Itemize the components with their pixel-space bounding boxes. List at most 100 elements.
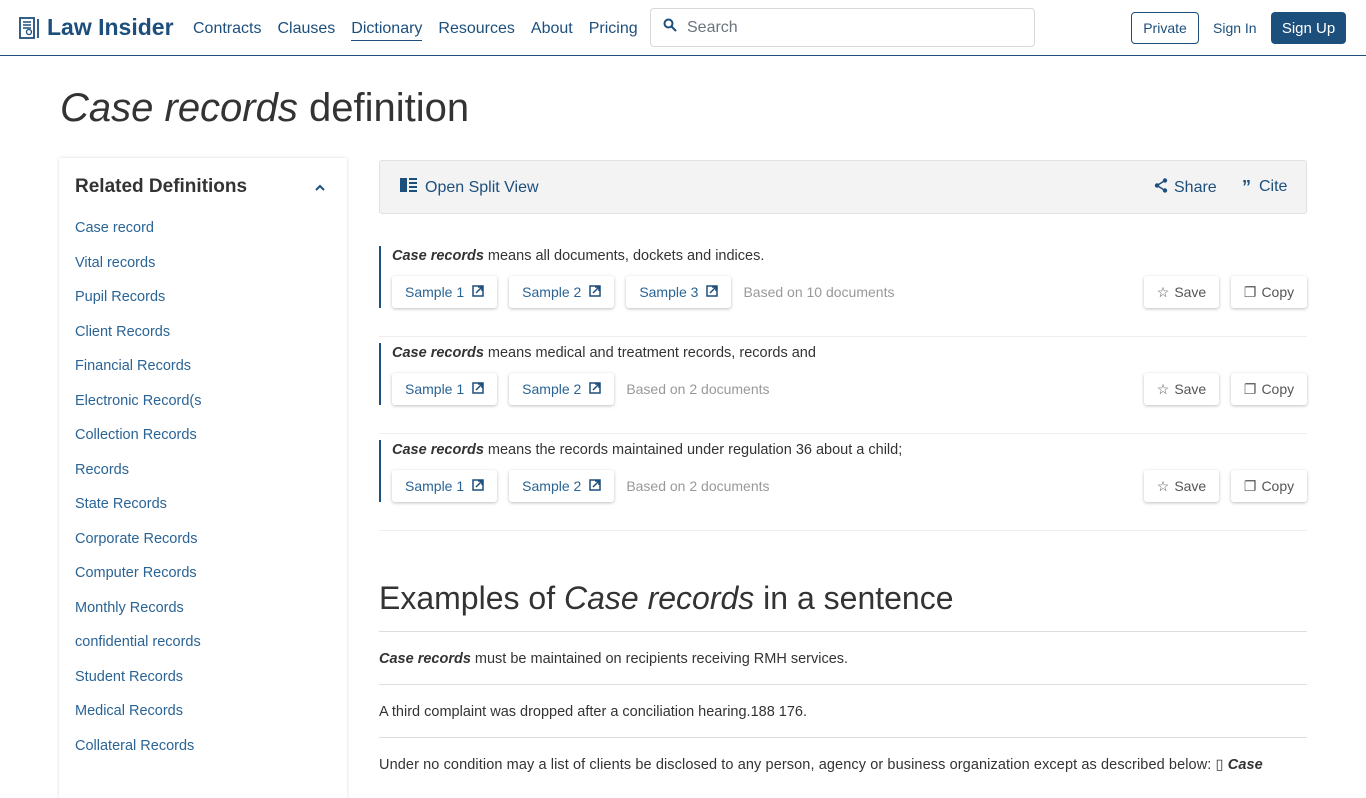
definition-item: Case records means medical and treatment… bbox=[379, 337, 1307, 434]
examples-title-suffix: in a sentence bbox=[754, 580, 954, 616]
related-definition-link[interactable]: Computer Records bbox=[75, 565, 202, 600]
related-definition-link[interactable]: Monthly Records bbox=[75, 600, 202, 635]
external-link-icon bbox=[472, 284, 484, 300]
definition-term: Case records bbox=[392, 248, 484, 264]
sample-link[interactable]: Sample 2 bbox=[509, 470, 615, 502]
sample-link[interactable]: Sample 1 bbox=[392, 373, 498, 405]
title-term: Case records bbox=[60, 86, 298, 130]
save-label: Save bbox=[1174, 284, 1207, 300]
star-icon: ☆ bbox=[1156, 380, 1170, 397]
related-definition-link[interactable]: Records bbox=[75, 462, 202, 497]
nav-resources[interactable]: Resources bbox=[438, 20, 514, 41]
sample-label: Sample 2 bbox=[522, 478, 582, 494]
external-link-icon bbox=[472, 381, 484, 397]
related-definition-link[interactable]: Financial Records bbox=[75, 358, 202, 393]
search-placeholder: Search bbox=[687, 18, 738, 36]
save-label: Save bbox=[1174, 478, 1207, 494]
sample-link[interactable]: Sample 3 bbox=[626, 276, 732, 308]
copy-button[interactable]: ❐ Copy bbox=[1231, 276, 1307, 308]
chevron-up-icon[interactable] bbox=[314, 178, 326, 194]
save-label: Save bbox=[1174, 381, 1207, 397]
sample-label: Sample 1 bbox=[405, 478, 465, 494]
save-button[interactable]: ☆ Save bbox=[1144, 470, 1219, 502]
logo-text: Law Insider bbox=[47, 14, 174, 40]
save-button[interactable]: ☆ Save bbox=[1144, 276, 1219, 308]
definition-item: Case records means all documents, docket… bbox=[379, 240, 1307, 337]
search-input[interactable]: Search bbox=[650, 8, 1035, 47]
related-definition-link[interactable]: Student Records bbox=[75, 669, 202, 704]
sign-up-button[interactable]: Sign Up bbox=[1271, 12, 1346, 44]
star-icon: ☆ bbox=[1156, 283, 1170, 300]
cite-button[interactable]: ” Cite bbox=[1242, 178, 1287, 196]
definition-text: Case records means all documents, docket… bbox=[392, 248, 764, 264]
star-icon: ☆ bbox=[1156, 477, 1170, 494]
share-icon bbox=[1154, 178, 1168, 198]
nav-about[interactable]: About bbox=[531, 20, 573, 41]
copy-button[interactable]: ❐ Copy bbox=[1231, 373, 1307, 405]
based-on-count: Based on 10 documents bbox=[743, 284, 895, 300]
sample-link[interactable]: Sample 2 bbox=[509, 276, 615, 308]
external-link-icon bbox=[706, 284, 719, 300]
nav-dictionary[interactable]: Dictionary bbox=[351, 20, 423, 41]
based-on-count: Based on 2 documents bbox=[626, 478, 770, 494]
definition-body: means all documents, dockets and indices… bbox=[483, 248, 765, 264]
nav-clauses[interactable]: Clauses bbox=[277, 20, 335, 41]
external-link-icon bbox=[589, 284, 602, 300]
sample-links: Sample 1 Sample 2 Based on 2 documents bbox=[392, 470, 770, 502]
example-term: Case records bbox=[379, 651, 471, 667]
sample-link[interactable]: Sample 1 bbox=[392, 470, 498, 502]
definition-accent-bar bbox=[379, 343, 381, 405]
nav-contracts[interactable]: Contracts bbox=[193, 20, 261, 41]
examples-heading: Examples of Case records in a sentence bbox=[379, 580, 954, 617]
example-text: Under no condition may a list of clients… bbox=[379, 757, 1228, 773]
cite-label: Cite bbox=[1259, 178, 1288, 195]
example-sentence: Under no condition may a list of clients… bbox=[379, 737, 1307, 790]
related-definitions-list: Case record Vital records Pupil Records … bbox=[75, 220, 202, 772]
logo[interactable]: Law Insider bbox=[19, 14, 174, 41]
related-definition-link[interactable]: State Records bbox=[75, 496, 202, 531]
copy-label: Copy bbox=[1261, 284, 1295, 300]
copy-label: Copy bbox=[1261, 381, 1295, 397]
sign-in-link[interactable]: Sign In bbox=[1213, 20, 1257, 36]
related-definition-link[interactable]: Client Records bbox=[75, 324, 202, 359]
definition-body: means medical and treatment records, rec… bbox=[483, 345, 816, 361]
related-definition-link[interactable]: Pupil Records bbox=[75, 289, 202, 324]
copy-button[interactable]: ❐ Copy bbox=[1231, 470, 1307, 502]
save-button[interactable]: ☆ Save bbox=[1144, 373, 1219, 405]
examples-title-term: Case records bbox=[563, 580, 755, 616]
share-label: Share bbox=[1174, 179, 1217, 196]
example-text: must be maintained on recipients receivi… bbox=[470, 651, 849, 667]
definition-item: Case records means the records maintaine… bbox=[379, 434, 1307, 531]
definition-term: Case records bbox=[392, 442, 484, 458]
related-definition-link[interactable]: Vital records bbox=[75, 255, 202, 290]
sample-label: Sample 3 bbox=[639, 284, 699, 300]
external-link-icon bbox=[472, 478, 484, 494]
related-definitions-title: Related Definitions bbox=[75, 176, 248, 197]
definition-accent-bar bbox=[379, 246, 381, 308]
open-split-view-button[interactable]: Open Split View bbox=[400, 178, 539, 197]
nav-pricing[interactable]: Pricing bbox=[589, 20, 638, 41]
related-definition-link[interactable]: Electronic Record(s bbox=[75, 393, 202, 428]
quote-icon: ” bbox=[1242, 177, 1251, 197]
definition-accent-bar bbox=[379, 440, 381, 502]
sample-link[interactable]: Sample 1 bbox=[392, 276, 498, 308]
share-button[interactable]: Share bbox=[1154, 178, 1217, 198]
private-button[interactable]: Private bbox=[1131, 12, 1199, 44]
sample-link[interactable]: Sample 2 bbox=[509, 373, 615, 405]
related-definition-link[interactable]: Collateral Records bbox=[75, 738, 202, 773]
related-definition-link[interactable]: Collection Records bbox=[75, 427, 202, 462]
example-text: A third complaint was dropped after a co… bbox=[379, 704, 808, 720]
law-insider-logo-icon bbox=[19, 16, 41, 39]
sample-links: Sample 1 Sample 2 Sample 3 Based on 10 d… bbox=[392, 276, 894, 308]
related-definition-link[interactable]: confidential records bbox=[75, 634, 202, 669]
related-definition-link[interactable]: Medical Records bbox=[75, 703, 202, 738]
related-definition-link[interactable]: Corporate Records bbox=[75, 531, 202, 566]
definition-text: Case records means the records maintaine… bbox=[392, 442, 902, 458]
sample-label: Sample 1 bbox=[405, 381, 465, 397]
definition-body: means the records maintained under regul… bbox=[483, 442, 903, 458]
page-title: Case records definition bbox=[60, 86, 469, 131]
definition-term: Case records bbox=[392, 345, 484, 361]
related-definition-link[interactable]: Case record bbox=[75, 220, 202, 255]
definition-text: Case records means medical and treatment… bbox=[392, 345, 816, 361]
title-suffix: definition bbox=[297, 86, 470, 130]
